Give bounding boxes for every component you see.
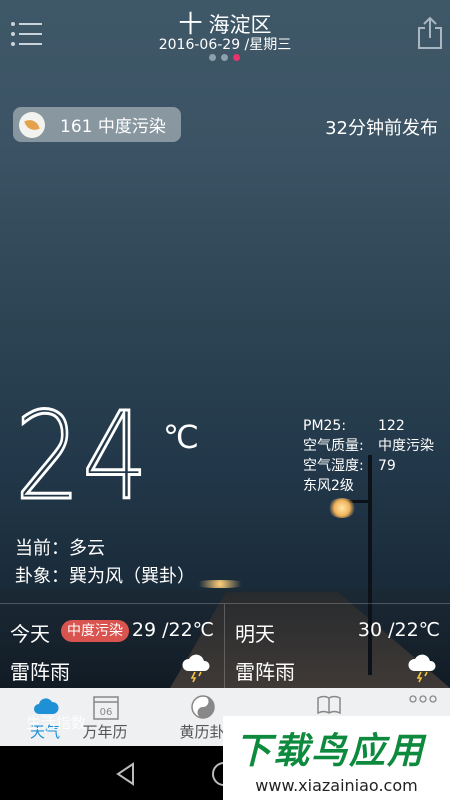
forecast-tomorrow[interactable]: 明天 30 /22℃ 雷阵雨 xyxy=(225,604,450,689)
top-bar: 十海淀区 2016-06-29 /星期三 xyxy=(0,0,450,70)
lamp-glow xyxy=(328,498,356,518)
temperature-unit: ℃ xyxy=(163,418,199,456)
page-dot xyxy=(209,54,216,61)
detail-row: PM25: 122 xyxy=(303,418,405,434)
leaf-icon xyxy=(19,111,45,138)
back-icon[interactable] xyxy=(115,762,137,786)
forecast-range: 30 /22℃ xyxy=(357,619,440,641)
svg-text:06: 06 xyxy=(100,707,113,718)
forecast-condition: 雷阵雨 xyxy=(10,660,70,684)
pier-lights xyxy=(190,580,250,588)
date-label: 2016-06-29 /星期三 xyxy=(158,37,292,53)
share-icon[interactable] xyxy=(417,16,443,50)
temperature-value: 24 xyxy=(14,388,150,527)
detail-row: 东风2级 xyxy=(303,478,354,494)
condition-text: 当前：多云 xyxy=(15,538,105,559)
detail-row: 空气质量: 中度污染 xyxy=(303,438,434,454)
page-dot xyxy=(221,54,228,61)
publish-time: 32分钟前发布 xyxy=(325,118,438,139)
forecast-day: 明天 xyxy=(235,622,275,646)
weather-details: PM25: 122 空气质量: 中度污染 空气湿度: 79 东风2级 xyxy=(303,416,434,496)
forecast-today[interactable]: 今天 中度污染 29 /22℃ 雷阵雨 xyxy=(0,604,225,689)
more-icon xyxy=(409,695,437,703)
forecast-range: 29 /22℃ xyxy=(131,619,214,641)
life-index-hint: 生活指数 xyxy=(26,714,87,732)
watermark: 下载鸟应用 www.xiazainiao.com xyxy=(223,716,450,800)
watermark-url: www.xiazainiao.com xyxy=(255,776,418,795)
air-quality-pill[interactable]: 161 中度污染 xyxy=(13,107,181,142)
page-dot-active xyxy=(233,54,240,61)
air-quality-text: 161 中度污染 xyxy=(60,117,166,137)
thunderstorm-icon xyxy=(182,654,210,683)
watermark-title: 下载鸟应用 xyxy=(235,731,426,772)
forecast-day: 今天 xyxy=(10,622,50,646)
pollution-badge: 中度污染 xyxy=(61,620,129,642)
forecast-condition: 雷阵雨 xyxy=(235,660,295,684)
yin-yang-icon xyxy=(191,695,215,719)
current-condition: 当前：多云 卦象：巽为风（巽卦） xyxy=(15,535,195,591)
detail-row: 空气湿度: 79 xyxy=(303,458,396,474)
page-indicator xyxy=(209,54,240,61)
book-icon xyxy=(317,695,341,715)
forecast-panel: 今天 中度污染 29 /22℃ 雷阵雨 明天 30 /22℃ 雷阵雨 xyxy=(0,603,450,689)
thunderstorm-icon xyxy=(408,654,436,683)
hexagram-text: 卦象：巽为风（巽卦） xyxy=(15,566,195,587)
calendar-icon: 06 xyxy=(93,696,119,720)
